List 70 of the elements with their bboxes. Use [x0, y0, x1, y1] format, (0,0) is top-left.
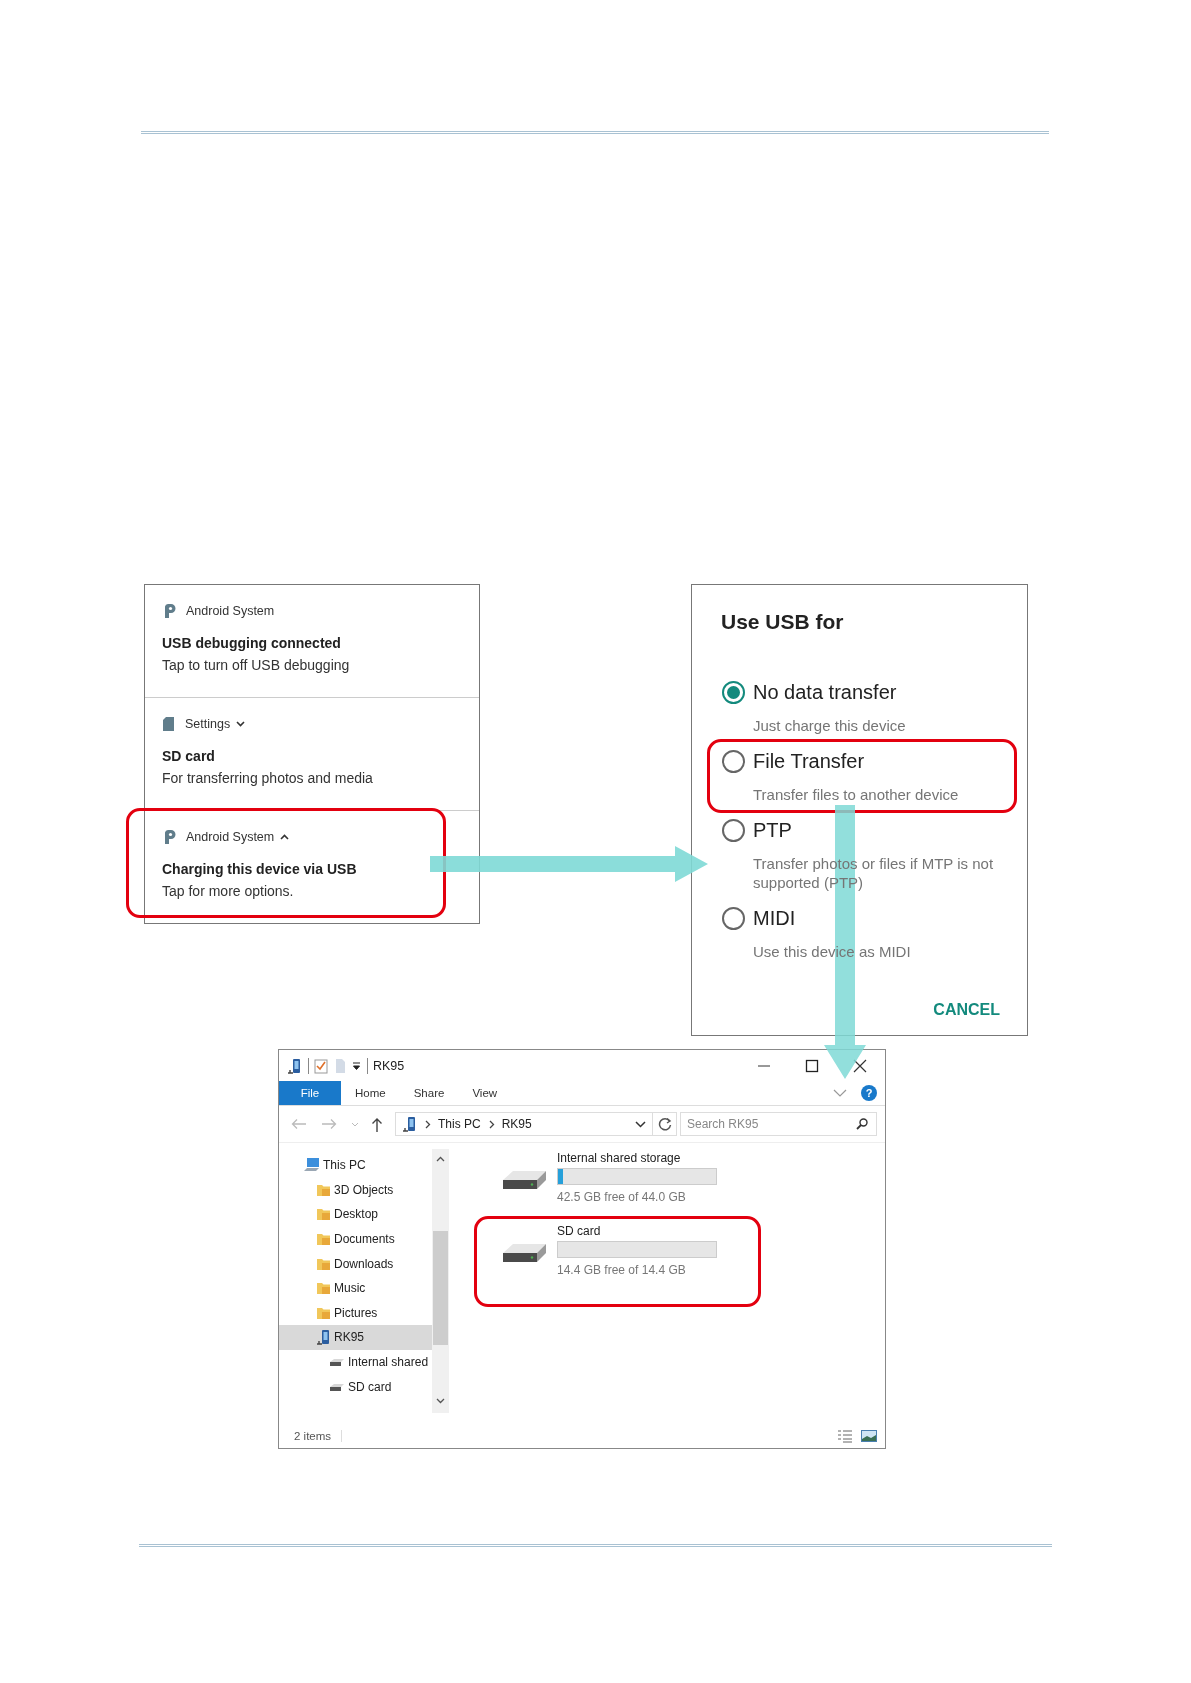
drive-icon: [329, 1382, 345, 1391]
drive-icon: [329, 1358, 345, 1367]
help-button[interactable]: ?: [861, 1085, 877, 1101]
chevron-right-icon: [488, 1119, 495, 1129]
up-arrow-icon[interactable]: [371, 1116, 383, 1132]
tree-item[interactable]: SD card: [279, 1374, 432, 1399]
search-field[interactable]: Search RK95: [680, 1112, 877, 1136]
dialog-title: Use USB for: [720, 610, 845, 634]
tree-item[interactable]: 3D Objects: [279, 1177, 432, 1203]
option-label: File Transfer: [753, 749, 866, 773]
expand-chevron-icon[interactable]: [236, 721, 246, 727]
radio-button[interactable]: [722, 819, 745, 842]
drive-free-space: 42.5 GB free of 44.0 GB: [557, 1190, 687, 1204]
chevron-down-icon[interactable]: [833, 1089, 847, 1097]
sd-card-icon: [162, 716, 175, 732]
dropdown-icon[interactable]: [352, 1061, 361, 1070]
window-title: RK95: [373, 1058, 405, 1073]
refresh-icon[interactable]: [657, 1117, 672, 1131]
option-description: Just charge this device: [753, 716, 906, 735]
status-text: 2 items: [294, 1430, 343, 1442]
option-description: Transfer files to another device: [753, 785, 959, 804]
notification-text: Tap for more options.: [162, 883, 295, 899]
device-icon[interactable]: [287, 1057, 302, 1074]
maximize-icon[interactable]: [805, 1058, 819, 1073]
tree-item[interactable]: Desktop: [279, 1202, 432, 1227]
ribbon-tab[interactable]: Share: [399, 1081, 459, 1105]
drive-name: Internal shared storage: [557, 1151, 682, 1165]
tree-item[interactable]: Internal shared: [279, 1349, 432, 1375]
tree-item[interactable]: Pictures: [279, 1300, 432, 1326]
device-icon: [316, 1329, 331, 1346]
option-label: MIDI: [753, 906, 797, 930]
tree-item[interactable]: This PC: [279, 1153, 432, 1178]
radio-button[interactable]: [722, 681, 745, 704]
drive-name: SD card: [557, 1224, 602, 1238]
properties-icon[interactable]: [314, 1057, 328, 1074]
device-icon: [402, 1116, 417, 1132]
app-name: Android System: [186, 830, 275, 844]
scrollbar[interactable]: [432, 1149, 449, 1413]
radio-button[interactable]: [722, 907, 745, 930]
tree-item[interactable]: Documents: [279, 1226, 432, 1252]
notification-text: Tap to turn off USB debugging: [162, 657, 351, 673]
ribbon-tab[interactable]: View: [458, 1081, 512, 1105]
tree-item[interactable]: Music: [279, 1275, 432, 1301]
notification-title: Charging this device via USB: [162, 861, 358, 877]
breadcrumb[interactable]: RK95: [501, 1117, 532, 1131]
tree-item[interactable]: Downloads: [279, 1251, 432, 1276]
chevron-right-icon: [425, 1119, 431, 1129]
large-icons-view-icon[interactable]: [861, 1430, 877, 1442]
notification-text: For transferring photos and media: [162, 770, 374, 786]
option-label: No data transfer: [753, 680, 898, 704]
dropdown-icon[interactable]: [635, 1120, 646, 1128]
app-name: Settings: [185, 717, 231, 731]
collapse-chevron-icon[interactable]: [280, 834, 290, 840]
option-label: PTP: [753, 818, 793, 842]
app-logo-icon: [162, 603, 176, 619]
computer-icon: [303, 1157, 320, 1174]
app-logo-icon: [162, 829, 176, 845]
search-icon[interactable]: [856, 1118, 868, 1130]
close-icon[interactable]: [853, 1058, 867, 1073]
address-bar[interactable]: This PC RK95: [395, 1112, 653, 1136]
drive-free-space: 14.4 GB free of 14.4 GB: [557, 1263, 687, 1277]
notification-title: SD card: [162, 748, 216, 764]
tree-item[interactable]: RK95: [279, 1325, 432, 1350]
breadcrumb[interactable]: This PC: [438, 1117, 481, 1131]
ribbon-tab[interactable]: File: [279, 1081, 341, 1105]
radio-button[interactable]: [722, 750, 745, 773]
notification-title: USB debugging connected: [162, 635, 342, 651]
cancel-button[interactable]: CANCEL: [933, 1001, 1000, 1019]
ribbon-tab[interactable]: Home: [341, 1081, 400, 1105]
app-name: Android System: [186, 604, 275, 618]
